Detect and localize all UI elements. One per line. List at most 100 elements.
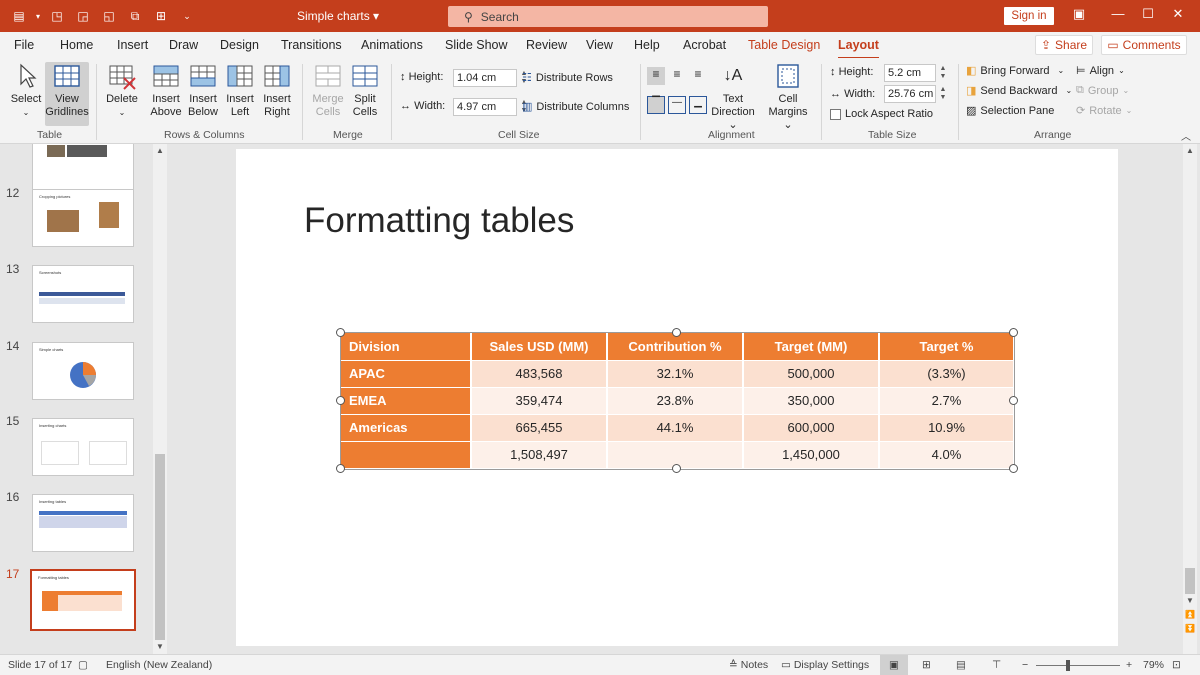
align-bottom-icon[interactable]: ▁ xyxy=(689,96,707,114)
editor-scrollbar[interactable]: ▲ ▼ ⏫ ⏬ xyxy=(1183,144,1197,654)
view-gridlines-button[interactable]: View Gridlines xyxy=(45,62,89,126)
spinner-icon[interactable]: ▲ ▼ xyxy=(937,65,949,81)
tab-insert[interactable]: Insert xyxy=(117,38,148,52)
resize-handle[interactable] xyxy=(1009,396,1018,405)
distribute-rows-button[interactable]: ☷ Distribute Rows xyxy=(522,71,613,85)
resize-handle[interactable] xyxy=(672,464,681,473)
insert-below-button[interactable]: Insert Below xyxy=(185,62,221,119)
group-icon[interactable]: ⧉ xyxy=(124,6,146,26)
scrollbar-thumb[interactable] xyxy=(155,454,165,640)
comments-button[interactable]: ▭ Comments xyxy=(1101,35,1187,55)
zoom-in-icon[interactable]: + xyxy=(1126,659,1132,671)
tab-draw[interactable]: Draw xyxy=(169,38,198,52)
cell-margins-button[interactable]: Cell Margins ⌄ xyxy=(763,62,813,132)
lock-aspect-ratio-checkbox[interactable]: Lock Aspect Ratio xyxy=(830,108,933,120)
tab-help[interactable]: Help xyxy=(634,38,660,52)
send-backward-button[interactable]: ◨ Send Backward ⌄ xyxy=(966,84,1072,98)
slide-title[interactable]: Formatting tables xyxy=(304,201,574,241)
distribute-columns-button[interactable]: ▥ Distribute Columns xyxy=(522,100,629,114)
document-title[interactable]: Simple charts ▾ xyxy=(297,9,379,23)
bring-forward-button[interactable]: ◧ Bring Forward ⌄ xyxy=(966,64,1064,78)
align-middle-icon[interactable]: — xyxy=(668,96,686,114)
reading-view-icon[interactable]: ▤ xyxy=(956,659,966,671)
zoom-level[interactable]: 79% xyxy=(1143,659,1164,671)
tab-file[interactable]: File xyxy=(14,38,34,52)
tab-slide-show[interactable]: Slide Show xyxy=(445,38,508,52)
share-button[interactable]: ⇪ Share xyxy=(1035,35,1093,55)
sign-in-button[interactable]: Sign in xyxy=(1004,7,1054,25)
tab-view[interactable]: View xyxy=(586,38,613,52)
ungroup-icon[interactable]: ⊞ xyxy=(150,6,172,26)
tab-transitions[interactable]: Transitions xyxy=(281,38,342,52)
resize-handle[interactable] xyxy=(672,328,681,337)
scroll-up-icon[interactable]: ▲ xyxy=(153,146,167,155)
merge-cells-button[interactable]: Merge Cells xyxy=(309,62,347,119)
fit-to-window-icon[interactable]: ⊡ xyxy=(1172,659,1181,671)
normal-view-icon[interactable]: ▣ xyxy=(880,655,908,675)
table-height-input[interactable]: 5.2 cm ▲ ▼ xyxy=(884,64,946,82)
slide-thumbnail[interactable]: Screenshots xyxy=(32,265,134,323)
accessibility-icon[interactable]: ▢ xyxy=(78,659,88,671)
align-top-icon[interactable]: ▔ xyxy=(647,96,665,114)
cell-height-input[interactable]: 1.04 cm ▲ ▼ xyxy=(453,69,527,87)
slide-thumbnail[interactable]: Inserting tables xyxy=(32,494,134,552)
previous-slide-icon[interactable]: ⏫ xyxy=(1183,610,1197,619)
resize-handle[interactable] xyxy=(336,328,345,337)
split-cells-button[interactable]: Split Cells xyxy=(347,62,383,119)
tab-table-design[interactable]: Table Design xyxy=(748,38,820,52)
data-table[interactable]: Division Sales USD (MM) Contribution % T… xyxy=(336,328,1018,473)
display-settings-button[interactable]: ▭ Display Settings xyxy=(781,659,869,671)
table-width-input[interactable]: 25.76 cm ▲ ▼ xyxy=(884,85,946,103)
slide-thumbnail[interactable]: Simple charts xyxy=(32,342,134,400)
search-input[interactable]: ⚲ Search xyxy=(448,6,768,27)
maximize-icon[interactable]: ☐ xyxy=(1137,6,1159,22)
slide-sorter-icon[interactable]: ⊞ xyxy=(922,659,931,671)
customize-qat-icon[interactable]: ⌄ xyxy=(176,6,198,26)
chevron-down-icon[interactable]: ▾ xyxy=(34,6,42,26)
zoom-out-icon[interactable]: − xyxy=(1022,659,1028,671)
slide-canvas[interactable]: Formatting tables Division Sales USD (MM… xyxy=(236,149,1118,646)
scroll-down-icon[interactable]: ▼ xyxy=(1183,596,1197,605)
minimize-icon[interactable]: — xyxy=(1107,6,1129,21)
text-direction-button[interactable]: ↓A Text Direction ⌄ xyxy=(708,62,758,132)
slide-thumbnail[interactable]: Inserting charts xyxy=(32,418,134,476)
insert-above-button[interactable]: Insert Above xyxy=(148,62,184,119)
tab-review[interactable]: Review xyxy=(526,38,567,52)
resize-handle[interactable] xyxy=(336,464,345,473)
spinner-icon[interactable]: ▲ ▼ xyxy=(937,86,949,102)
scroll-down-icon[interactable]: ▼ xyxy=(153,642,167,651)
bring-forward-icon[interactable]: ◳ xyxy=(46,6,68,26)
tab-acrobat[interactable]: Acrobat xyxy=(683,38,726,52)
next-slide-icon[interactable]: ⏬ xyxy=(1183,624,1197,633)
close-icon[interactable]: ✕ xyxy=(1167,6,1189,22)
zoom-slider[interactable] xyxy=(1036,665,1120,666)
collapse-ribbon-icon[interactable]: ︿ xyxy=(1181,128,1191,143)
layout-icon[interactable]: ▤ xyxy=(8,6,30,26)
language-indicator[interactable]: English (New Zealand) xyxy=(106,659,212,671)
tab-design[interactable]: Design xyxy=(220,38,259,52)
thumbnails-scrollbar[interactable]: ▲ ▼ xyxy=(153,144,167,654)
align-center-icon[interactable]: ≡ xyxy=(668,67,686,85)
selection-pane-button[interactable]: ▨ Selection Pane xyxy=(966,104,1054,118)
tab-layout[interactable]: Layout xyxy=(838,38,879,59)
bring-to-front-icon[interactable]: ◲ xyxy=(72,6,94,26)
insert-left-button[interactable]: Insert Left xyxy=(222,62,258,119)
select-button[interactable]: Select ⌄ xyxy=(8,62,44,119)
zoom-slider-thumb[interactable] xyxy=(1066,660,1070,671)
tab-animations[interactable]: Animations xyxy=(361,38,423,52)
align-right-icon[interactable]: ≡ xyxy=(689,67,707,85)
ribbon-display-icon[interactable]: ▣ xyxy=(1068,6,1090,22)
notes-button[interactable]: ≙ Notes xyxy=(729,659,768,671)
slide-thumbnail-active[interactable]: Formatting tables xyxy=(30,569,136,631)
insert-right-button[interactable]: Insert Right xyxy=(259,62,295,119)
align-left-icon[interactable]: ≡ xyxy=(647,67,665,85)
delete-button[interactable]: Delete ⌄ xyxy=(103,62,141,119)
resize-handle[interactable] xyxy=(336,396,345,405)
group-button[interactable]: ⧉ Group ⌄ xyxy=(1076,84,1129,97)
tab-home[interactable]: Home xyxy=(60,38,93,52)
resize-handle[interactable] xyxy=(1009,328,1018,337)
align-button[interactable]: ⊨ Align ⌄ xyxy=(1076,64,1125,78)
scroll-up-icon[interactable]: ▲ xyxy=(1183,146,1197,155)
slide-thumbnail[interactable]: Cropping pictures xyxy=(32,189,134,247)
slideshow-icon[interactable]: ⊤ xyxy=(992,659,1001,671)
